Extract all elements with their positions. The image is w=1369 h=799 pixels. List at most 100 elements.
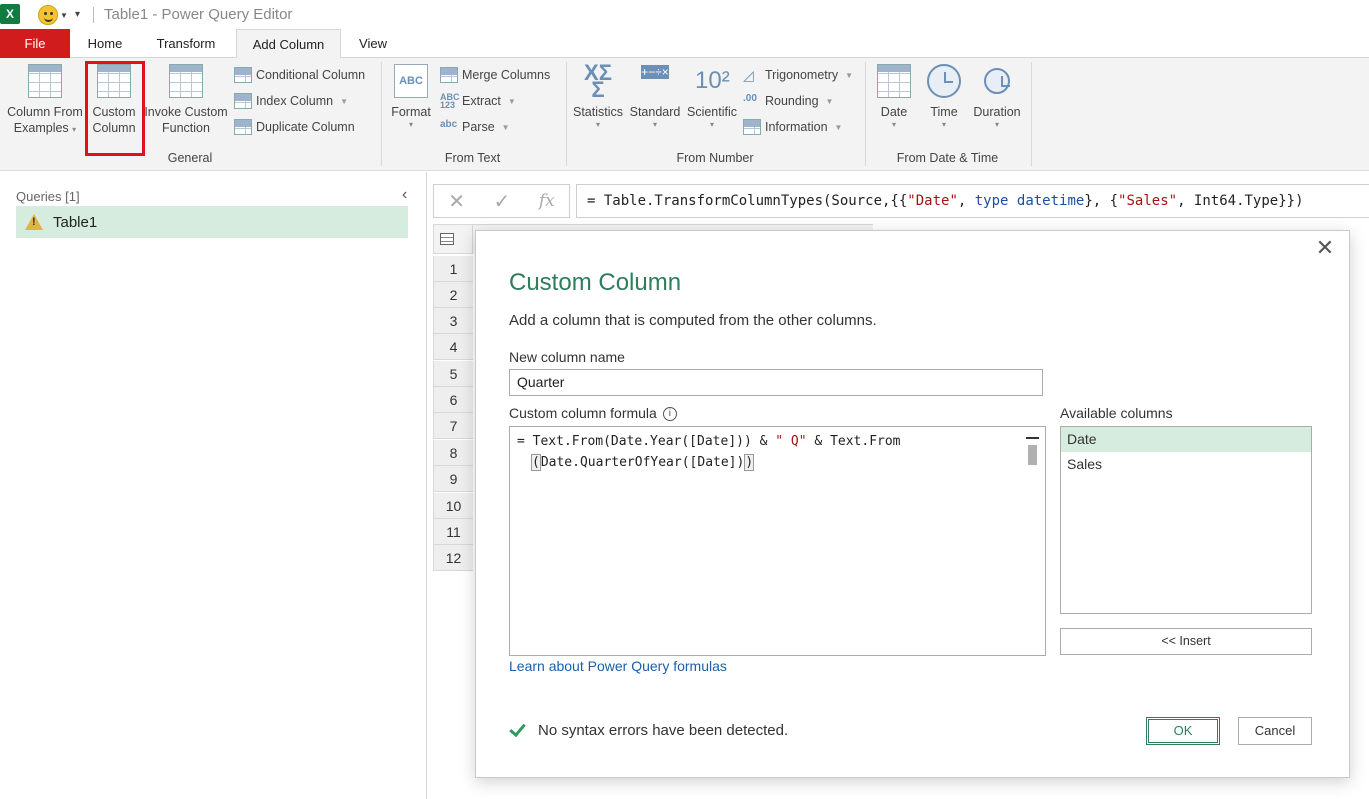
available-columns-label: Available columns [1060, 405, 1173, 421]
parse-icon: abc [440, 119, 458, 130]
table-icon [440, 233, 454, 245]
calendar-icon [877, 64, 911, 98]
close-icon[interactable]: ✕ [1313, 236, 1337, 260]
insert-button[interactable]: << Insert [1060, 628, 1312, 655]
format-button[interactable]: ABC Format ▾ [388, 64, 434, 130]
table-menu-button[interactable] [433, 224, 473, 254]
cancel-button[interactable]: Cancel [1238, 717, 1312, 745]
duplicate-column-button[interactable]: Duplicate Column [234, 115, 355, 139]
format-icon: ABC [394, 64, 428, 98]
commit-formula-icon[interactable]: ✓ [494, 189, 511, 214]
window-title: Table1 - Power Query Editor [104, 6, 293, 23]
scientific-button[interactable]: 10² Scientific ▾ [685, 64, 739, 130]
warning-icon [25, 214, 43, 230]
syntax-status: No syntax errors have been detected. [509, 721, 788, 739]
date-button[interactable]: Date ▾ [870, 64, 918, 130]
formula-bar-input[interactable]: = Table.TransformColumnTypes(Source,{{"D… [576, 184, 1369, 218]
divider [93, 7, 94, 23]
available-column-date[interactable]: Date [1061, 427, 1311, 452]
time-button[interactable]: Time ▾ [921, 64, 967, 130]
rounding-button[interactable]: .00 Rounding ▼ [743, 89, 833, 113]
divider [381, 62, 382, 166]
tab-home[interactable]: Home [74, 29, 136, 58]
divider [1031, 62, 1032, 166]
checkmark-icon [509, 721, 527, 739]
formula-line-1: = Text.From(Date.Year([Date])) & " Q" & … [517, 434, 901, 449]
queries-title: Queries [1] [16, 189, 80, 204]
formula-editor[interactable]: = Text.From(Date.Year([Date])) & " Q" & … [509, 426, 1046, 656]
ribbon: Column From Examples ▾ Custom Column Inv… [0, 58, 1369, 171]
row-number[interactable]: 9 [433, 466, 473, 492]
ok-button[interactable]: OK [1146, 717, 1220, 745]
row-number[interactable]: 12 [433, 545, 473, 571]
function-icon [169, 64, 203, 98]
row-number[interactable]: 4 [433, 334, 473, 360]
data-grid: 1 2 3 4 5 6 7 8 9 10 11 12 [433, 224, 473, 574]
new-column-name-label: New column name [509, 349, 625, 365]
row-number[interactable]: 5 [433, 361, 473, 387]
rounding-icon: .00 [743, 93, 757, 104]
chevron-down-icon: ▼ [845, 70, 854, 80]
divider [566, 62, 567, 166]
chevron-down-icon[interactable]: ▼ [60, 11, 68, 20]
new-column-name-input[interactable]: Quarter [509, 369, 1043, 396]
chevron-down-icon: ▼ [501, 122, 510, 132]
feedback-smiley-icon[interactable] [38, 5, 58, 25]
divider [865, 62, 866, 166]
dialog-subtitle: Add a column that is computed from the o… [509, 312, 877, 329]
extract-button[interactable]: ABC 123 Extract ▼ [440, 89, 516, 113]
trigonometry-button[interactable]: ◿ Trigonometry ▼ [743, 63, 853, 87]
fx-icon[interactable]: fx [539, 191, 555, 211]
collapse-pane-icon[interactable]: ‹ [402, 186, 407, 204]
information-button[interactable]: Information ▼ [743, 115, 842, 139]
merge-columns-button[interactable]: Merge Columns [440, 63, 550, 87]
group-label-general: General [167, 151, 213, 165]
row-number[interactable]: 3 [433, 308, 473, 334]
row-number[interactable]: 2 [433, 282, 473, 308]
index-column-button[interactable]: Index Column ▼ [234, 89, 348, 113]
tab-view[interactable]: View [346, 29, 400, 58]
query-item-table1[interactable]: Table1 [16, 206, 408, 238]
row-number[interactable]: 11 [433, 519, 473, 545]
chevron-down-icon: ▾ [709, 120, 714, 129]
scrollbar-thumb[interactable] [1028, 445, 1037, 465]
conditional-column-button[interactable]: Conditional Column [234, 63, 365, 87]
cancel-formula-icon[interactable]: ✕ [448, 189, 465, 214]
row-number[interactable]: 8 [433, 440, 473, 466]
group-label-from-date-time: From Date & Time [896, 151, 999, 165]
stopwatch-icon [984, 68, 1010, 94]
formula-scrollbar[interactable] [1026, 437, 1039, 647]
tab-file[interactable]: File [0, 29, 70, 58]
chevron-down-icon: ▼ [825, 96, 834, 106]
chevron-down-icon: ▾ [891, 120, 896, 129]
chevron-down-icon: ▾ [72, 125, 77, 134]
index-column-icon [234, 93, 252, 109]
queries-pane: Queries [1] ‹ Table1 [0, 172, 427, 799]
tab-transform[interactable]: Transform [142, 29, 230, 58]
tab-add-column[interactable]: Add Column [236, 29, 341, 59]
row-number[interactable]: 1 [433, 256, 473, 282]
duration-button[interactable]: Duration ▾ [969, 64, 1025, 130]
info-icon[interactable]: i [662, 407, 677, 422]
statistics-button[interactable]: XΣ Σ Statistics ▾ [571, 62, 625, 130]
learn-formulas-link[interactable]: Learn about Power Query formulas [509, 658, 727, 674]
clock-icon [927, 64, 961, 98]
available-columns-list: Date Sales [1060, 426, 1312, 614]
row-number[interactable]: 7 [433, 413, 473, 439]
row-number[interactable]: 6 [433, 387, 473, 413]
excel-logo-icon: X [0, 4, 20, 24]
group-label-from-text: From Text [444, 151, 501, 165]
parse-button[interactable]: abc Parse ▼ [440, 115, 510, 139]
chevron-down-icon: ▾ [595, 120, 600, 129]
ribbon-tabs: File Home Transform Add Column View [0, 29, 1369, 59]
column-from-examples-button[interactable]: Column From Examples ▾ [6, 64, 84, 138]
standard-button[interactable]: +−÷× Standard ▾ [627, 64, 683, 130]
row-number[interactable]: 10 [433, 493, 473, 519]
customize-toolbar-icon[interactable]: ▾ [75, 9, 80, 20]
conditional-column-icon [234, 67, 252, 83]
group-label-from-number: From Number [676, 151, 754, 165]
available-column-sales[interactable]: Sales [1061, 452, 1311, 477]
information-icon [743, 119, 761, 135]
merge-columns-icon [440, 67, 458, 83]
invoke-custom-function-button[interactable]: Invoke Custom Function [142, 64, 230, 136]
